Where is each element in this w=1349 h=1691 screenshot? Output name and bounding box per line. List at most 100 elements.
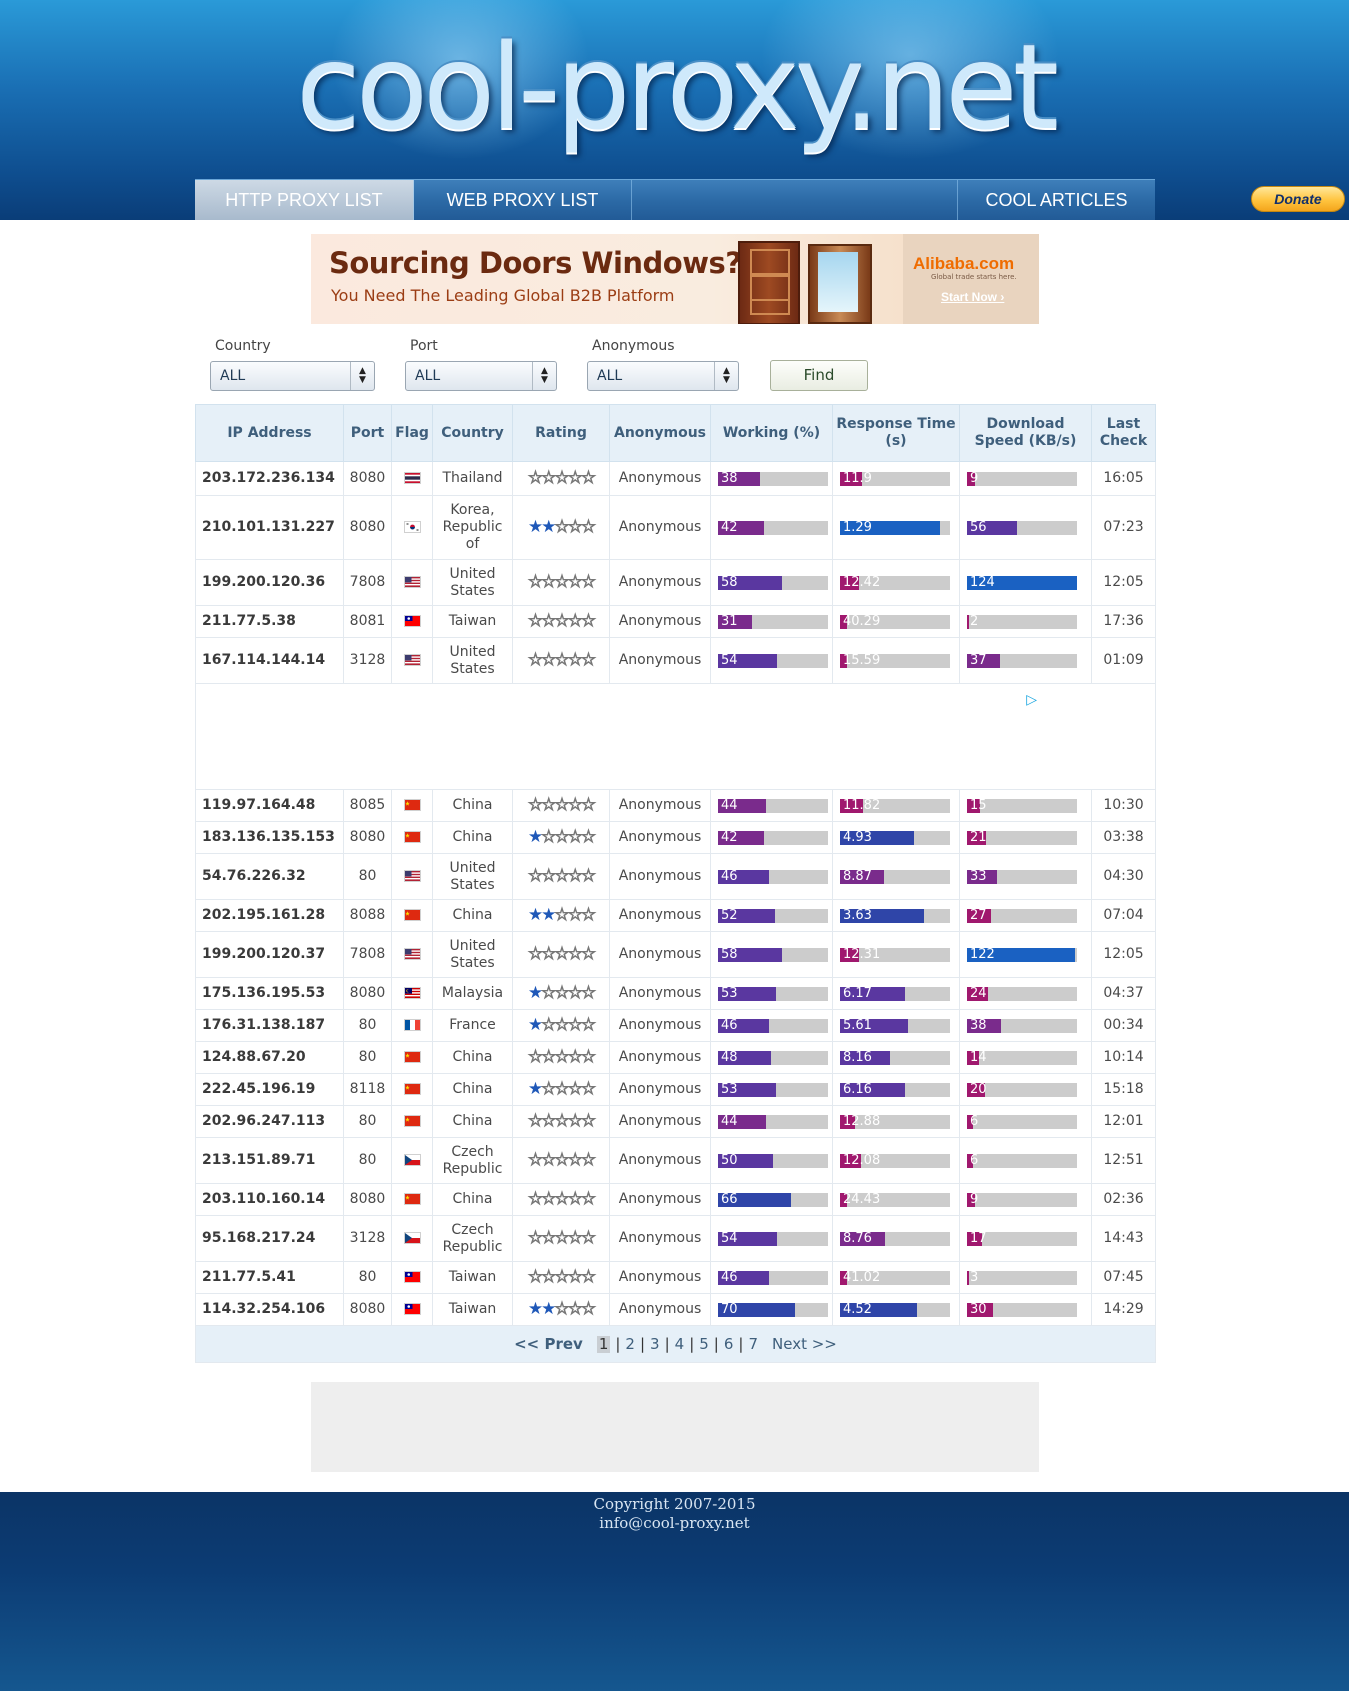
col-header-response-time[interactable]: Response Time (s): [832, 404, 960, 462]
page-link[interactable]: 7: [748, 1335, 758, 1353]
anonymity: Anonymous: [609, 899, 711, 932]
menu-item-http-proxy-list[interactable]: HTTP PROXY LIST: [195, 180, 414, 220]
col-header-port[interactable]: Port: [343, 404, 392, 462]
ip-address[interactable]: 203.172.236.134: [195, 461, 344, 496]
ip-address[interactable]: 54.76.226.32: [195, 853, 344, 900]
star-empty-icon: ☆: [567, 943, 583, 964]
ip-address[interactable]: 199.200.120.37: [195, 931, 344, 978]
flag-icon: [391, 821, 433, 854]
last-check: 00:34: [1091, 1009, 1156, 1042]
working-bar: 42: [718, 520, 828, 535]
download-cell: 56: [959, 495, 1092, 560]
table-row: 119.97.164.48 8085 China ☆☆☆☆☆ Anonymous 44 11…: [195, 789, 1156, 822]
col-header-anonymous[interactable]: Anonymous: [609, 404, 711, 462]
flag-icon: [391, 559, 433, 606]
country: Taiwan: [432, 1293, 513, 1326]
ip-address[interactable]: 199.200.120.36: [195, 559, 344, 606]
menu-item-cool-articles[interactable]: COOL ARTICLES: [958, 180, 1155, 220]
ip-address[interactable]: 203.110.160.14: [195, 1183, 344, 1216]
ad-start-now-link[interactable]: Start Now ›: [941, 290, 1004, 304]
flag-icon: [391, 931, 433, 978]
col-header-download-speed[interactable]: Download Speed (KB/s): [959, 404, 1092, 462]
port-select[interactable]: ALL ▲ ▼: [405, 361, 557, 391]
download-cell: 6: [959, 1105, 1092, 1138]
ip-address[interactable]: 175.136.195.53: [195, 977, 344, 1010]
download-cell: 9: [959, 461, 1092, 496]
next-page-link[interactable]: Next >>: [772, 1335, 837, 1353]
find-button[interactable]: Find: [770, 360, 868, 391]
ip-address[interactable]: 222.45.196.19: [195, 1073, 344, 1106]
anonymity: Anonymous: [609, 637, 711, 684]
response-cell: 12.88: [832, 1105, 960, 1138]
response-cell: 4.93: [832, 821, 960, 854]
table-row: 211.77.5.38 8081 Taiwan ☆☆☆☆☆ Anonymous 31 40.…: [195, 605, 1156, 638]
donate-button[interactable]: Donate: [1251, 186, 1345, 212]
anonymity: Anonymous: [609, 977, 711, 1010]
table-row: 167.114.144.14 3128 United States ☆☆☆☆☆ Anon…: [195, 637, 1156, 684]
contact-email[interactable]: info@cool-proxy.net: [0, 1514, 1349, 1532]
last-check: 04:37: [1091, 977, 1156, 1010]
rating-stars: ☆☆☆☆☆: [527, 794, 596, 815]
col-header-last-check[interactable]: Last Check: [1091, 404, 1156, 462]
adchoices-icon[interactable]: ▷: [1026, 692, 1037, 709]
col-header-flag: Flag: [391, 404, 433, 462]
last-check: 02:36: [1091, 1183, 1156, 1216]
ip-address[interactable]: 119.97.164.48: [195, 789, 344, 822]
table-row: 210.101.131.227 8080 Korea, Republic of ★★☆…: [195, 495, 1156, 560]
ad-tagline: Global trade starts here.: [931, 273, 1017, 281]
page-link[interactable]: 4: [675, 1335, 685, 1353]
ip-address[interactable]: 114.32.254.106: [195, 1293, 344, 1326]
anonymous-select[interactable]: ALL ▲ ▼: [587, 361, 739, 391]
site-logo[interactable]: cool-proxy.net: [270, 12, 1080, 162]
menu-item-web-proxy-list[interactable]: WEB PROXY LIST: [414, 180, 632, 220]
star-filled-icon: ★: [527, 1078, 543, 1099]
working-cell: 46: [710, 853, 833, 900]
ip-address[interactable]: 210.101.131.227: [195, 495, 344, 560]
ip-address[interactable]: 167.114.144.14: [195, 637, 344, 684]
star-empty-icon: ☆: [527, 794, 543, 815]
last-check: 16:05: [1091, 461, 1156, 496]
star-empty-icon: ☆: [580, 1078, 596, 1099]
col-header-ip[interactable]: IP Address: [195, 404, 344, 462]
flag-icon: [391, 853, 433, 900]
rating: ☆☆☆☆☆: [512, 853, 610, 900]
last-check: 10:30: [1091, 789, 1156, 822]
col-header-working[interactable]: Working (%): [710, 404, 833, 462]
ip-address[interactable]: 176.31.138.187: [195, 1009, 344, 1042]
inline-ad-slot[interactable]: ▷: [195, 683, 1156, 790]
anonymity: Anonymous: [609, 1009, 711, 1042]
banner-ad[interactable]: Sourcing Doors Windows? You Need The Lea…: [311, 234, 1039, 324]
ip-address[interactable]: 124.88.67.20: [195, 1041, 344, 1074]
prev-page-link[interactable]: << Prev: [514, 1335, 583, 1353]
ip-address[interactable]: 211.77.5.41: [195, 1261, 344, 1294]
star-empty-icon: ☆: [580, 943, 596, 964]
table-header-row: IP Address Port Flag Country Rating Anon…: [195, 404, 1156, 462]
ip-address[interactable]: 202.195.161.28: [195, 899, 344, 932]
page-link[interactable]: 2: [625, 1335, 635, 1353]
download-bar: 6: [967, 1114, 1077, 1129]
col-header-rating[interactable]: Rating: [512, 404, 610, 462]
flag-icon: [391, 789, 433, 822]
ip-address[interactable]: 211.77.5.38: [195, 605, 344, 638]
last-check: 17:36: [1091, 605, 1156, 638]
star-empty-icon: ☆: [567, 1227, 583, 1248]
ip-address[interactable]: 95.168.217.24: [195, 1215, 344, 1262]
page-link[interactable]: 5: [699, 1335, 709, 1353]
ip-address[interactable]: 202.96.247.113: [195, 1105, 344, 1138]
download-bar: 9: [967, 1192, 1077, 1207]
rating-stars: ☆☆☆☆☆: [527, 468, 596, 488]
page-link[interactable]: 3: [650, 1335, 660, 1353]
ip-address[interactable]: 183.136.135.153: [195, 821, 344, 854]
country-select[interactable]: ALL ▲ ▼: [210, 361, 375, 391]
download-cell: 122: [959, 931, 1092, 978]
table-row: 202.195.161.28 8088 China ★★☆☆☆ Anonymous 52 3…: [195, 899, 1156, 932]
download-bar: 122: [967, 947, 1077, 962]
ip-address[interactable]: 213.151.89.71: [195, 1137, 344, 1184]
star-empty-icon: ☆: [567, 904, 583, 925]
page-link[interactable]: 1: [596, 1335, 611, 1353]
col-header-country[interactable]: Country: [432, 404, 513, 462]
star-empty-icon: ☆: [541, 794, 557, 815]
working-cell: 46: [710, 1009, 833, 1042]
rating: ★★☆☆☆: [512, 495, 610, 560]
page-link[interactable]: 6: [724, 1335, 734, 1353]
